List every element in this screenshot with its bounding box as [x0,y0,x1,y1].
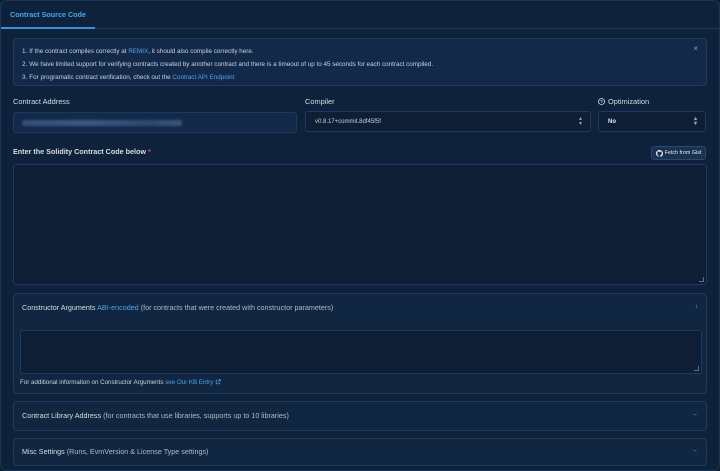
svg-text:?: ? [600,99,603,104]
tab-bar: Contract Source Code [1,1,719,29]
compiler-value: v0.8.17+commit.8df45f5f [315,118,381,125]
constructor-desc: (for contracts that were created with co… [140,303,334,312]
info-item-3: 3. For programatic contract verification,… [22,71,698,84]
optimization-label: Optimization [608,97,650,106]
info-list: 1. If the contract compiles correctly at … [22,45,698,84]
compiler-label: Compiler [305,97,335,106]
info-alert: 1. If the contract compiles correctly at … [13,38,707,86]
sort-arrows-icon: ▴ ▾ [693,116,697,127]
contract-api-link[interactable]: Contract API Endpoint [172,74,234,81]
fetch-from-gist-button[interactable]: Fetch from Gist [651,146,706,160]
optimization-label-group: ? Optimization [598,97,649,106]
item-text: For programatic contract verification, c… [29,74,173,81]
resize-handle[interactable] [699,277,704,282]
kb-entry-link[interactable]: see Our KB Entry [165,379,213,386]
constructor-note: For additional information on Constructo… [20,379,221,386]
source-code-textarea[interactable] [13,164,707,285]
arrow-right-icon[interactable]: → [691,447,698,454]
question-circle-icon[interactable]: ? [598,98,605,105]
constructor-arguments-textarea[interactable] [20,330,702,374]
misc-settings-header[interactable]: Misc Settings (Runs, EvmVersion & Licens… [22,447,208,456]
constructor-title: Constructor Arguments [22,303,96,312]
contract-address-label: Contract Address [13,97,70,106]
item-text: We have limited support for verifying co… [29,61,434,68]
item-text: , it should also compile correctly here. [148,48,254,55]
sort-arrows-icon: ▴ ▾ [578,116,582,127]
constructor-arguments-card: Constructor Arguments ABI-encoded (for c… [13,293,707,394]
item-number: 3. [22,74,28,81]
github-icon [655,149,663,157]
misc-desc: (Runs, EvmVersion & License Type setting… [66,447,209,456]
close-icon[interactable]: × [693,44,698,53]
optimization-value: No [608,118,616,125]
compiler-select[interactable]: v0.8.17+commit.8df45f5f ▴ ▾ [305,111,591,132]
redacted-address [22,120,182,126]
item-number: 1. [22,48,28,55]
verify-contract-panel: Contract Source Code 1. If the contract c… [0,0,720,471]
optimization-select[interactable]: No ▴ ▾ [598,111,706,132]
info-item-2: 2. We have limited support for verifying … [22,58,698,71]
misc-settings-card[interactable]: Misc Settings (Runs, EvmVersion & Licens… [13,438,707,466]
external-link-icon[interactable] [215,379,221,385]
contract-library-header[interactable]: Contract Library Address (for contracts … [22,411,289,420]
arrow-down-icon[interactable]: ↓ [695,303,699,310]
note-text: For additional information on Constructo… [20,379,166,386]
fetch-label: Fetch from Gist [664,150,702,156]
tab-contract-source-code[interactable]: Contract Source Code [1,1,95,29]
contract-address-input[interactable] [13,112,297,133]
info-item-1: 1. If the contract compiles correctly at … [22,45,698,58]
constructor-arguments-header[interactable]: Constructor Arguments ABI-encoded (for c… [22,303,333,312]
misc-title: Misc Settings [22,447,65,456]
resize-handle[interactable] [694,366,699,371]
required-mark: * [147,147,151,156]
item-text: If the contract compiles correctly at [29,48,129,55]
code-label-text: Enter the Solidity Contract Code below [13,147,146,156]
abi-encoded-link[interactable]: ABI-encoded [97,303,139,312]
remix-link[interactable]: REMIX [128,48,148,55]
library-title: Contract Library Address [22,411,102,420]
item-number: 2. [22,61,28,68]
library-desc: (for contracts that use libraries, suppo… [103,411,289,420]
contract-library-card[interactable]: Contract Library Address (for contracts … [13,401,707,431]
arrow-right-icon[interactable]: → [691,411,698,418]
code-label: Enter the Solidity Contract Code below * [13,147,151,156]
